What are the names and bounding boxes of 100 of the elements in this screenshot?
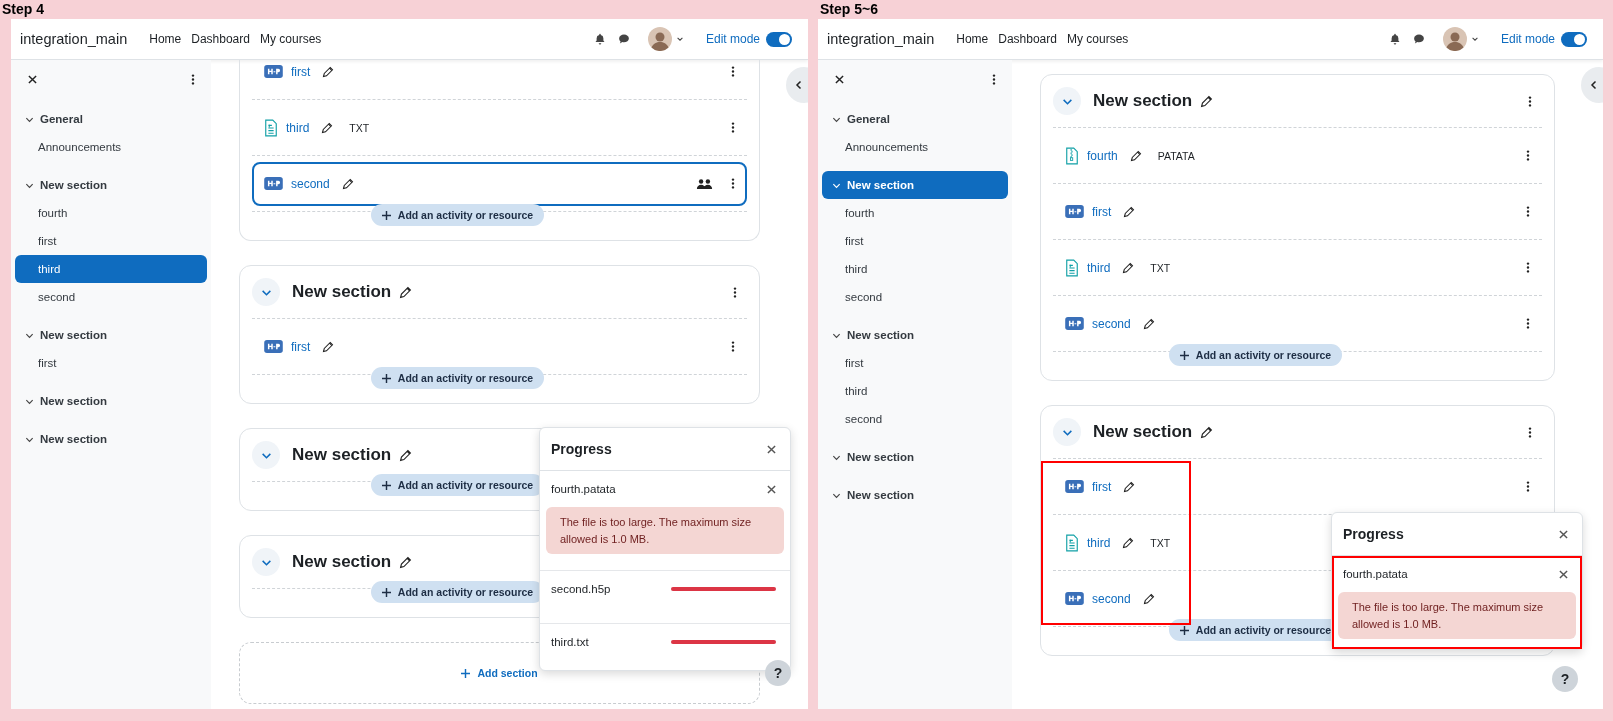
add-activity-button[interactable]: Add an activity or resource xyxy=(370,367,545,389)
course-index-section[interactable]: New section xyxy=(822,481,1008,509)
course-index-item[interactable]: first xyxy=(822,227,1008,255)
activity-row[interactable]: third TXT xyxy=(252,105,747,150)
kebab-icon[interactable] xyxy=(191,74,195,85)
course-index-section[interactable]: New section xyxy=(15,171,207,199)
course-index-item[interactable]: fourth xyxy=(822,199,1008,227)
activity-link[interactable]: third xyxy=(1087,260,1111,275)
pencil-icon[interactable] xyxy=(1123,205,1136,218)
nav-link[interactable]: My courses xyxy=(1066,32,1129,46)
add-activity-button[interactable]: Add an activity or resource xyxy=(370,204,545,226)
kebab-icon[interactable] xyxy=(1528,426,1532,438)
edit-mode-toggle[interactable] xyxy=(1561,31,1587,47)
activity-row[interactable]: first xyxy=(252,60,747,94)
add-section-link[interactable]: Add section xyxy=(461,667,538,679)
activity-row[interactable]: third TXT xyxy=(1053,245,1542,290)
pencil-icon[interactable] xyxy=(341,177,354,190)
bell-icon[interactable] xyxy=(593,33,606,45)
bell-icon[interactable] xyxy=(1388,33,1401,45)
pencil-icon[interactable] xyxy=(399,285,413,299)
pencil-icon[interactable] xyxy=(322,340,335,353)
activity-link[interactable]: first xyxy=(1092,204,1112,219)
avatar-icon[interactable] xyxy=(1442,27,1467,51)
activity-row[interactable]: fourth PATATA xyxy=(1053,133,1542,178)
kebab-icon[interactable] xyxy=(1526,318,1530,329)
pencil-icon[interactable] xyxy=(1129,149,1142,162)
activity-link[interactable]: first xyxy=(291,339,311,354)
activity-row[interactable]: second xyxy=(1053,301,1542,346)
kebab-icon[interactable] xyxy=(733,286,737,298)
activity-link[interactable]: second xyxy=(1092,591,1131,606)
close-icon[interactable] xyxy=(28,75,37,84)
course-index-item[interactable]: fourth xyxy=(15,199,207,227)
chat-icon[interactable] xyxy=(1412,33,1425,45)
course-index-item[interactable]: Announcements xyxy=(822,133,1008,161)
avatar-icon[interactable] xyxy=(647,27,672,51)
course-index-section[interactable]: New section xyxy=(822,321,1008,349)
course-index-item[interactable]: second xyxy=(822,405,1008,433)
kebab-icon[interactable] xyxy=(1528,95,1532,107)
pencil-icon[interactable] xyxy=(322,65,335,78)
course-index-section[interactable]: New section xyxy=(822,171,1008,199)
kebab-icon[interactable] xyxy=(1526,150,1530,161)
kebab-icon[interactable] xyxy=(1526,262,1530,273)
nav-link[interactable]: Home xyxy=(149,32,182,46)
close-icon[interactable] xyxy=(835,75,844,84)
site-name[interactable]: integration_main xyxy=(827,31,935,47)
nav-link[interactable]: My courses xyxy=(259,32,322,46)
course-index-section[interactable]: New section xyxy=(15,321,207,349)
course-index-section[interactable]: New section xyxy=(15,425,207,453)
activity-link[interactable]: third xyxy=(1087,535,1111,550)
pencil-icon[interactable] xyxy=(1142,592,1155,605)
course-index-item[interactable]: first xyxy=(822,349,1008,377)
kebab-icon[interactable] xyxy=(731,122,735,133)
kebab-icon[interactable] xyxy=(1526,481,1530,492)
kebab-icon[interactable] xyxy=(731,66,735,77)
pencil-icon[interactable] xyxy=(399,448,413,462)
pencil-icon[interactable] xyxy=(1200,94,1214,108)
activity-link[interactable]: first xyxy=(291,64,311,79)
course-index-section[interactable]: General xyxy=(15,105,207,133)
nav-link[interactable]: Dashboard xyxy=(998,32,1057,46)
activity-link[interactable]: first xyxy=(1092,479,1112,494)
course-index-section[interactable]: New section xyxy=(15,387,207,415)
close-icon[interactable] xyxy=(767,444,776,454)
activity-link[interactable]: fourth xyxy=(1087,148,1118,163)
activity-row[interactable]: first xyxy=(1053,464,1542,509)
course-index-item[interactable]: first xyxy=(15,227,207,255)
close-icon[interactable] xyxy=(1559,569,1568,579)
kebab-icon[interactable] xyxy=(731,341,735,352)
course-index-item[interactable]: third xyxy=(822,377,1008,405)
chat-icon[interactable] xyxy=(617,33,630,45)
nav-link[interactable]: Dashboard xyxy=(191,32,250,46)
nav-link[interactable]: Home xyxy=(956,32,989,46)
course-index-item[interactable]: third xyxy=(822,255,1008,283)
caret-icon[interactable] xyxy=(1470,35,1479,43)
activity-link[interactable]: second xyxy=(291,176,330,191)
close-icon[interactable] xyxy=(767,484,776,494)
add-activity-button[interactable]: Add an activity or resource xyxy=(1168,344,1343,366)
course-index-item[interactable]: second xyxy=(15,283,207,311)
activity-row[interactable]: first xyxy=(252,324,747,369)
course-index-item[interactable]: third xyxy=(15,255,207,283)
activity-row[interactable]: first xyxy=(1053,189,1542,234)
close-icon[interactable] xyxy=(1559,529,1568,539)
pencil-icon[interactable] xyxy=(1142,317,1155,330)
pencil-icon[interactable] xyxy=(1122,536,1135,549)
edit-mode-toggle[interactable] xyxy=(766,31,792,47)
course-index-item[interactable]: second xyxy=(822,283,1008,311)
pencil-icon[interactable] xyxy=(1122,261,1135,274)
kebab-icon[interactable] xyxy=(1526,206,1530,217)
pencil-icon[interactable] xyxy=(399,555,413,569)
pencil-icon[interactable] xyxy=(321,121,334,134)
site-name[interactable]: integration_main xyxy=(20,31,128,47)
course-index-section[interactable]: General xyxy=(822,105,1008,133)
pencil-icon[interactable] xyxy=(1123,480,1136,493)
pencil-icon[interactable] xyxy=(1200,425,1214,439)
kebab-icon[interactable] xyxy=(731,178,735,189)
course-index-section[interactable]: New section xyxy=(822,443,1008,471)
caret-icon[interactable] xyxy=(675,35,684,43)
activity-link[interactable]: third xyxy=(286,120,310,135)
help-button[interactable]: ? xyxy=(1552,666,1578,692)
course-index-item[interactable]: first xyxy=(15,349,207,377)
course-index-item[interactable]: Announcements xyxy=(15,133,207,161)
